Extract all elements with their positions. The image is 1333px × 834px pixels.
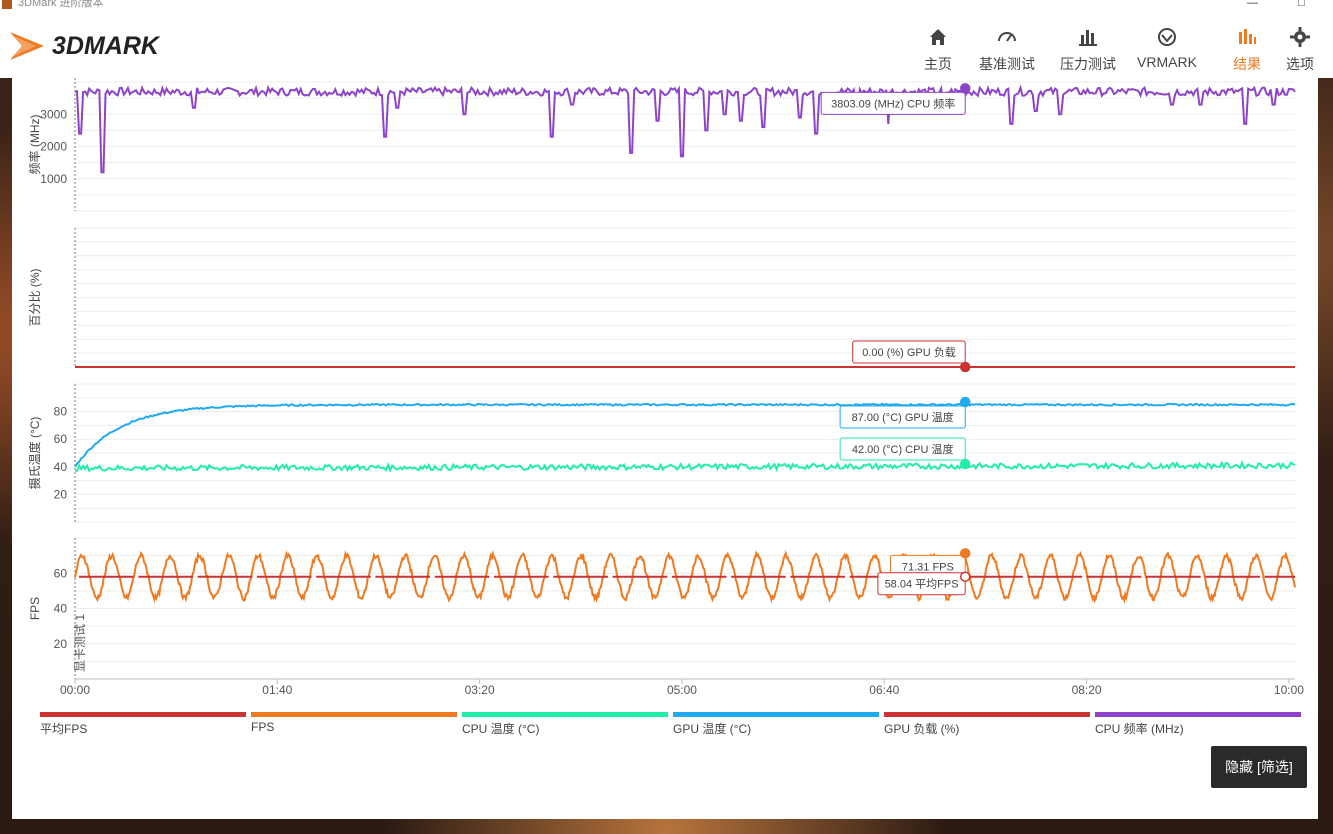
y-tick-label: 40 [54, 460, 68, 474]
nav-item-4[interactable]: 结果 [1217, 12, 1277, 78]
nav-item-label: 主页 [924, 56, 952, 72]
x-tick-label: 01:40 [262, 683, 292, 697]
cursor-marker [959, 361, 971, 373]
legend-label: GPU 温度 (°C) [673, 722, 752, 736]
legend-item[interactable]: CPU 温度 (°C) [462, 712, 668, 742]
x-tick-label: 05:00 [667, 683, 697, 697]
legend-label: GPU 负载 (%) [884, 722, 960, 736]
nav-item-label: 基准测试 [979, 56, 1035, 72]
legend-swatch [1095, 712, 1301, 717]
app-header: 3DMARK 主页 基准测试 压力测试 VRMARK 结果 选项 [0, 12, 1333, 78]
window-titlebar: 3DMark 进阶版本 — □ [0, 0, 1333, 12]
cursor-marker [959, 83, 971, 94]
y-axis-label: 摄氏温度 (°C) [27, 417, 42, 490]
chart-legend: 平均FPS FPS CPU 温度 (°C) GPU 温度 (°C) GPU 负载 (%)… [40, 712, 1306, 742]
value-tag-label: 0.00 (%) GPU 负载 [862, 345, 956, 359]
brand-wordmark: 3DMARK [52, 32, 159, 60]
legend-label: CPU 温度 (°C) [462, 722, 540, 736]
legend-item[interactable]: GPU 负载 (%) [884, 712, 1090, 742]
legend-swatch [462, 712, 668, 717]
legend-item[interactable]: CPU 频率 (MHz) [1095, 712, 1301, 742]
y-tick-label: 3000 [40, 107, 67, 121]
legend-item[interactable]: 平均FPS [40, 712, 246, 742]
maximize-button[interactable]: □ [1298, 0, 1305, 9]
gear-icon [1289, 26, 1311, 48]
y-tick-label: 2000 [40, 140, 67, 154]
legend-label: CPU 频率 (MHz) [1095, 722, 1184, 736]
hide-filter-button[interactable]: 隐藏 [筛选] [1211, 746, 1307, 788]
cursor-marker [959, 548, 971, 559]
nav-item-label: 结果 [1233, 56, 1261, 72]
y-tick-label: 80 [54, 405, 68, 419]
y-axis-label: 频率 (MHz) [27, 115, 42, 175]
x-tick-label: 10:00 [1274, 683, 1304, 697]
monitoring-chart: 1000 2000 3000频率 (MHz) 3803.09 (MHz) CPU 频率… [27, 78, 1304, 697]
y-tick-label: 60 [54, 566, 68, 580]
test-marker-label: 显卡测试 1 [72, 614, 87, 672]
value-tag-label: 58.04 平均FPS [885, 578, 959, 591]
nav-item-1[interactable]: 基准测试 [965, 12, 1049, 78]
home-icon [927, 26, 949, 48]
y-tick-label: 40 [54, 602, 68, 616]
nav-item-2[interactable]: 压力测试 [1046, 12, 1130, 78]
x-tick-label: 03:20 [465, 683, 495, 697]
bar-chart-icon [1077, 26, 1099, 48]
legend-swatch [251, 712, 457, 717]
nav-item-3[interactable]: VRMARK [1125, 12, 1209, 78]
vr-icon [1156, 26, 1178, 48]
brand-logo[interactable]: 3DMARK [8, 22, 218, 70]
app-icon [2, 0, 12, 9]
value-tag-label: 3803.09 (MHz) CPU 频率 [831, 96, 955, 110]
cursor-marker [959, 396, 971, 408]
nav-item-0[interactable]: 主页 [908, 12, 968, 78]
y-axis-label: 百分比 (%) [28, 268, 42, 326]
y-tick-label: 1000 [40, 172, 67, 186]
series-line [74, 402, 1296, 468]
legend-label: FPS [251, 720, 275, 734]
results-panel: 1000 2000 3000 频率 (MHz) 3803.09 (MHz) CPU 频率… [12, 78, 1318, 819]
value-tag-label: 42.00 (°C) CPU 温度 [852, 442, 954, 456]
nav-item-5[interactable]: 选项 [1270, 12, 1330, 78]
x-tick-label: 08:20 [1072, 683, 1102, 697]
window-title: 3DMark 进阶版本 [18, 0, 104, 9]
nav-item-label: 压力测试 [1060, 56, 1116, 72]
value-tag-label: 71.31 FPS [902, 561, 954, 573]
legend-swatch [40, 712, 246, 717]
y-axis-label: FPS [28, 597, 42, 620]
legend-swatch [673, 712, 879, 717]
nav-item-label: VRMARK [1137, 54, 1197, 70]
y-tick-label: 60 [54, 432, 68, 446]
y-tick-label: 20 [54, 487, 68, 501]
y-tick-label: 20 [54, 637, 68, 651]
minimize-button[interactable]: — [1247, 0, 1258, 9]
x-tick-label: 06:40 [869, 683, 899, 697]
x-tick-label: 00:00 [60, 683, 90, 697]
cursor-marker [959, 458, 971, 470]
legend-swatch [884, 712, 1090, 717]
legend-label: 平均FPS [40, 722, 88, 736]
logo-arrow-icon [10, 32, 44, 60]
results-icon [1236, 26, 1258, 48]
cursor-marker [959, 571, 971, 582]
legend-item[interactable]: FPS [251, 712, 457, 742]
gauge-icon [996, 26, 1018, 48]
nav-item-label: 选项 [1286, 56, 1314, 72]
legend-item[interactable]: GPU 温度 (°C) [673, 712, 879, 742]
value-tag-label: 87.00 (°C) GPU 温度 [852, 410, 954, 424]
